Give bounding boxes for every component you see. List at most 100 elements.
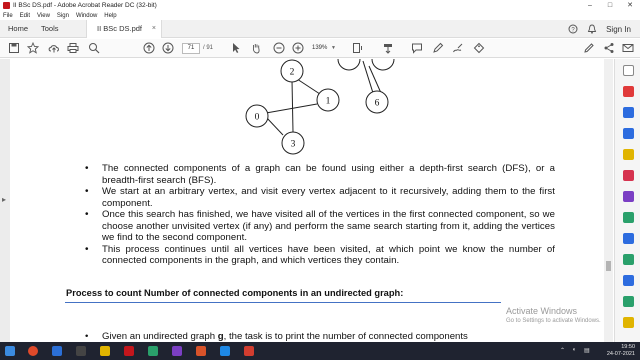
minimize-button[interactable]: – [580,0,600,11]
stamp-tag-icon[interactable] [473,42,485,54]
graph-node-6: 6 [365,90,389,114]
previous-page-icon[interactable] [143,42,155,54]
bullet-item-3: Once this search has finished, we have v… [85,209,555,244]
chrome-taskbar-icon[interactable] [28,346,38,356]
app-taskbar-icon[interactable] [76,346,86,356]
upload-cloud-icon[interactable] [48,42,60,54]
acrobat-taskbar-icon[interactable] [124,346,134,356]
highlight-pen-icon[interactable] [432,42,444,54]
word-taskbar-icon[interactable] [52,346,62,356]
zoom-in-icon[interactable] [292,42,304,54]
sign-in-link[interactable]: Sign In [606,25,631,34]
scroll-mode-icon[interactable] [352,42,364,54]
bullet-item-2: We start at an arbitrary vertex, and vis… [85,186,555,209]
acrobat-window: II BSc DS.pdf - Adobe Acrobat Reader DC … [0,0,640,360]
start-button-icon[interactable] [5,346,15,356]
excel-taskbar-icon[interactable] [148,346,158,356]
edit-pen-icon[interactable] [583,42,595,54]
graph-node-partial-b [371,59,395,71]
node-label-0: 0 [255,113,260,123]
left-panel-gutter: ▸ [0,59,10,342]
page-number-input[interactable]: 71 [182,43,200,54]
edge-0-3 [265,116,284,136]
protect-icon[interactable] [623,254,634,265]
edit-pdf-icon[interactable] [623,170,634,181]
close-window-button[interactable]: ✕ [620,0,640,11]
combine-files-icon[interactable] [623,128,634,139]
edge-2-3 [291,79,294,133]
send-for-review-icon[interactable] [623,233,634,244]
scan-ocr-icon[interactable] [623,296,634,307]
teams-taskbar-icon[interactable] [172,346,182,356]
bullet-item-5-pre: Given an undirected graph [102,331,218,342]
tabbar-right: ? Sign In [568,20,631,38]
pdf-page: 2 1 0 3 6 • The connected components of … [65,59,555,342]
rotate-icon[interactable] [382,42,394,54]
heading-underline [65,302,501,303]
hand-tool-icon[interactable] [250,42,262,54]
tab-close-icon[interactable]: × [152,20,156,38]
clock-time: 19:50 [621,344,635,350]
export-pdf-icon[interactable] [623,86,634,97]
activate-windows-watermark: Activate Windows Go to Settings to activ… [506,306,601,324]
menu-sign[interactable]: Sign [57,13,69,19]
node-label-3: 3 [291,140,296,150]
zoom-level-select[interactable]: 139% ▼ [312,43,340,54]
help-icon[interactable]: ? [568,24,578,34]
zoom-out-icon[interactable] [273,42,285,54]
system-clock[interactable]: 19:50 24-07-2021 [607,344,635,358]
menu-window[interactable]: Window [76,13,97,19]
window-title: II BSc DS.pdf - Adobe Acrobat Reader DC … [13,2,157,9]
mail-icon[interactable] [622,42,634,54]
expand-left-pane-icon[interactable]: ▸ [2,195,6,204]
organize-pages-icon[interactable] [623,212,634,223]
chevron-down-icon: ▼ [331,45,336,51]
next-page-icon[interactable] [162,42,174,54]
search-icon[interactable] [88,42,100,54]
maximize-button[interactable]: □ [600,0,620,11]
graph-node-0: 0 [245,104,269,128]
network-icon[interactable]: ▤ [584,347,590,354]
fill-sign-icon[interactable] [623,191,634,202]
vertical-scrollbar[interactable] [604,59,613,342]
menu-help[interactable]: Help [104,13,116,19]
sign-pen-icon[interactable] [452,42,464,54]
collapse-pane-icon[interactable] [623,65,634,76]
node-label-2: 2 [290,68,295,78]
bookmark-star-icon[interactable] [27,42,39,54]
select-cursor-icon[interactable] [230,42,242,54]
stamp-tool-icon[interactable] [623,317,634,328]
scrollbar-thumb[interactable] [606,261,611,271]
comment-icon[interactable] [411,42,423,54]
menu-bar: File Edit View Sign Window Help [0,11,640,20]
section-heading: Process to count Number of connected com… [66,288,404,298]
edge-0-1 [265,103,318,114]
print-icon[interactable] [67,42,79,54]
toolbar: 71 / 91 139% ▼ [0,39,640,58]
create-pdf-icon[interactable] [623,107,634,118]
menu-edit[interactable]: Edit [20,13,30,19]
media-taskbar-icon[interactable] [244,346,254,356]
edge-taskbar-icon[interactable] [220,346,230,356]
tab-home[interactable]: Home [8,20,28,38]
bullet-item-5: Given an undirected graph g, the task is… [85,331,555,343]
notification-bell-icon[interactable] [587,24,597,34]
clock-date: 24-07-2021 [606,351,635,357]
more-tools-icon[interactable] [623,275,634,286]
tab-tools[interactable]: Tools [41,20,59,38]
powerpoint-taskbar-icon[interactable] [196,346,206,356]
tab-document[interactable]: II BSc DS.pdf × [86,20,162,38]
menu-view[interactable]: View [37,13,50,19]
share-icon[interactable] [603,42,615,54]
edge-6-top [368,65,382,94]
file-explorer-taskbar-icon[interactable] [100,346,110,356]
menu-file[interactable]: File [3,13,13,19]
tray-chevron-icon[interactable]: ⌃ [560,347,565,354]
page-total: / 91 [203,45,214,51]
graph-node-3: 3 [281,131,305,155]
speaker-icon[interactable]: ◖ [572,347,576,353]
graph-figure: 2 1 0 3 6 [245,59,395,155]
title-bar: II BSc DS.pdf - Adobe Acrobat Reader DC … [0,0,640,11]
comment-tool-icon[interactable] [623,149,634,160]
save-icon[interactable] [8,42,20,54]
